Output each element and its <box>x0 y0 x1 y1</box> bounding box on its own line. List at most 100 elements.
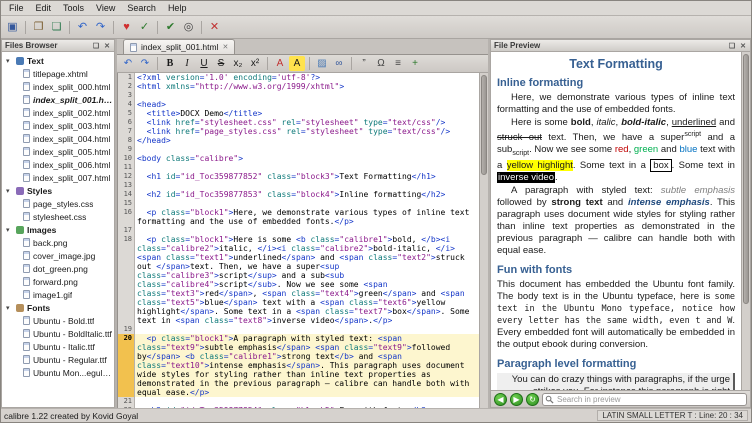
bg-color-button[interactable]: A <box>289 56 305 71</box>
file-item[interactable]: index_split_000.html <box>2 80 114 93</box>
file-item[interactable]: page_styles.css <box>2 197 114 210</box>
code-line[interactable]: 9 <box>118 145 479 154</box>
code-line[interactable]: 5 <title>DOCX Demo</title> <box>118 109 479 118</box>
expand-arrow-icon[interactable]: ▾ <box>6 304 13 312</box>
files-section-styles[interactable]: ▾Styles <box>2 184 114 197</box>
code-line[interactable]: 2<html xmlns="http://www.w3.org/1999/xht… <box>118 82 479 91</box>
code-text[interactable]: <h1 id="id_Toc359877852" class="block3">… <box>135 172 479 181</box>
code-line[interactable]: 14 <h2 id="id_Toc359877853" class="block… <box>118 190 479 199</box>
check-book-button[interactable]: ✔ <box>162 19 179 35</box>
code-line[interactable]: 4<head> <box>118 100 479 109</box>
superscript-button[interactable]: x² <box>247 56 263 71</box>
preview-prev-button[interactable]: ◀ <box>494 393 507 406</box>
view-toggle-button[interactable]: ≡ <box>390 56 406 71</box>
menu-view[interactable]: View <box>90 2 121 14</box>
tab-close-icon[interactable]: ✕ <box>223 43 229 51</box>
code-text[interactable]: <h2 id="id_Toc359877853" class="block4">… <box>135 190 479 199</box>
file-item[interactable]: back.png <box>2 236 114 249</box>
menu-help[interactable]: Help <box>162 2 193 14</box>
file-item[interactable]: Ubuntu - BoldItalic.ttf <box>2 327 114 340</box>
undock-icon[interactable]: ❏ <box>92 42 100 50</box>
underline-button[interactable]: U <box>196 56 212 71</box>
smarten-punctuation-button[interactable]: ” <box>356 56 372 71</box>
close-icon[interactable]: ✕ <box>739 42 747 50</box>
files-section-fonts[interactable]: ▾Fonts <box>2 301 114 314</box>
files-section-images[interactable]: ▾Images <box>2 223 114 236</box>
code-line[interactable]: 10<body class="calibre"> <box>118 154 479 163</box>
code-text[interactable]: <link href="stylesheet.css" rel="stylesh… <box>135 118 479 127</box>
tab-index-split-001[interactable]: index_split_001.html ✕ <box>123 39 235 54</box>
code-line[interactable]: 13 <box>118 181 479 190</box>
code-line[interactable]: 1<?xml version='1.0' encoding='utf-8'?> <box>118 73 479 82</box>
code-line[interactable]: 7 <link href="page_styles.css" rel="styl… <box>118 127 479 136</box>
italic-button[interactable]: I <box>179 56 195 71</box>
undo-button[interactable]: ↶ <box>74 19 91 35</box>
code-lines[interactable]: 1<?xml version='1.0' encoding='utf-8'?>2… <box>118 73 479 408</box>
search-button[interactable]: ◎ <box>180 19 197 35</box>
code-text[interactable] <box>135 145 479 154</box>
file-item[interactable]: Ubuntu - Italic.ttf <box>2 340 114 353</box>
file-item[interactable]: cover_image.jpg <box>2 249 114 262</box>
file-item[interactable]: index_split_001.html <box>2 93 114 106</box>
code-line[interactable]: 19 <box>118 325 479 334</box>
undo-button[interactable]: ↶ <box>120 56 136 71</box>
subscript-button[interactable]: x₂ <box>230 56 246 71</box>
expand-arrow-icon[interactable]: ▾ <box>6 226 13 234</box>
spell-check-button[interactable]: ✓ <box>136 19 153 35</box>
bold-button[interactable]: B <box>162 56 178 71</box>
file-item[interactable]: Ubuntu - Bold.ttf <box>2 314 114 327</box>
expand-arrow-icon[interactable]: ▾ <box>6 187 13 195</box>
text-color-button[interactable]: A <box>272 56 288 71</box>
open-book-button[interactable]: ❏ <box>48 19 65 35</box>
code-text[interactable]: <html xmlns="http://www.w3.org/1999/xhtm… <box>135 82 479 91</box>
file-item[interactable]: titlepage.xhtml <box>2 67 114 80</box>
file-item[interactable]: index_split_002.html <box>2 106 114 119</box>
code-line[interactable]: 12 <h1 id="id_Toc359877852" class="block… <box>118 172 479 181</box>
code-line[interactable]: 16 <p class="block1">Here, we demonstrat… <box>118 208 479 226</box>
insert-link-button[interactable]: ∞ <box>331 56 347 71</box>
redo-button[interactable]: ↷ <box>137 56 153 71</box>
close-icon[interactable]: ✕ <box>103 42 111 50</box>
file-item[interactable]: Ubuntu Mon...egular.ttf <box>2 366 114 379</box>
code-text[interactable]: <?xml version='1.0' encoding='utf-8'?> <box>135 73 479 82</box>
insert-tag-button[interactable]: + <box>407 56 423 71</box>
menu-file[interactable]: File <box>3 2 30 14</box>
menu-tools[interactable]: Tools <box>57 2 90 14</box>
code-line[interactable]: 8</head> <box>118 136 479 145</box>
code-text[interactable] <box>135 397 479 406</box>
code-line[interactable]: 21 <box>118 397 479 406</box>
code-text[interactable]: <title>DOCX Demo</title> <box>135 109 479 118</box>
code-text[interactable]: <head> <box>135 100 479 109</box>
code-text[interactable]: <p class="block1">Here, we demonstrate v… <box>135 208 479 226</box>
file-item[interactable]: index_split_006.html <box>2 158 114 171</box>
code-text[interactable]: </head> <box>135 136 479 145</box>
preview-scrollbar-thumb[interactable] <box>743 54 749 304</box>
file-item[interactable]: image1.gif <box>2 288 114 301</box>
redo-button[interactable]: ↷ <box>92 19 109 35</box>
code-line[interactable]: 15 <box>118 199 479 208</box>
code-text[interactable] <box>135 226 479 235</box>
menu-edit[interactable]: Edit <box>30 2 58 14</box>
new-book-button[interactable]: ❐ <box>30 19 47 35</box>
file-item[interactable]: stylesheet.css <box>2 210 114 223</box>
search-in-preview-input[interactable] <box>542 393 747 406</box>
code-text[interactable]: <body class="calibre"> <box>135 154 479 163</box>
code-text[interactable]: <p class="block1">A paragraph with style… <box>135 334 479 397</box>
code-line[interactable]: 20 <p class="block1">A paragraph with st… <box>118 334 479 397</box>
code-text[interactable] <box>135 199 479 208</box>
file-item[interactable]: index_split_003.html <box>2 119 114 132</box>
code-text[interactable]: <p class="block1">Here is some <b class=… <box>135 235 479 325</box>
code-text[interactable] <box>135 181 479 190</box>
strike-button[interactable]: S <box>213 56 229 71</box>
save-button[interactable]: ▣ <box>4 19 21 35</box>
undock-icon[interactable]: ❏ <box>728 42 736 50</box>
code-text[interactable] <box>135 325 479 334</box>
code-line[interactable]: 3 <box>118 91 479 100</box>
insert-image-button[interactable]: ▨ <box>314 56 330 71</box>
donate-button[interactable]: ♥ <box>118 19 135 35</box>
preview-next-button[interactable]: ▶ <box>510 393 523 406</box>
code-line[interactable]: 6 <link href="stylesheet.css" rel="style… <box>118 118 479 127</box>
code-line[interactable]: 18 <p class="block1">Here is some <b cla… <box>118 235 479 325</box>
editor-scrollbar[interactable] <box>479 73 488 408</box>
expand-arrow-icon[interactable]: ▾ <box>6 57 13 65</box>
